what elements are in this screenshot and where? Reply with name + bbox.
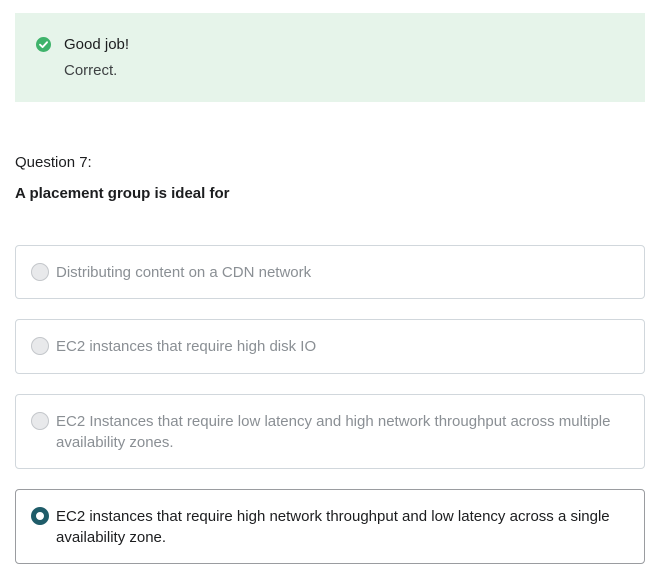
answer-option-label: EC2 instances that require high disk IO — [56, 338, 317, 355]
question-text: A placement group is ideal for — [15, 185, 230, 202]
answer-option-label: Distributing content on a CDN network — [56, 264, 312, 281]
radio-button-icon[interactable] — [31, 412, 49, 430]
radio-button-selected-icon[interactable] — [31, 507, 49, 525]
feedback-banner: Good job! Correct. — [15, 13, 645, 102]
check-circle-icon — [36, 37, 51, 52]
answer-option-1[interactable]: Distributing content on a CDN network — [15, 245, 645, 299]
answer-option-4[interactable]: EC2 instances that require high network … — [15, 489, 645, 564]
feedback-title: Good job! — [64, 36, 130, 53]
answer-option-label: EC2 instances that require high network … — [56, 508, 610, 546]
feedback-message: Correct. — [64, 62, 118, 79]
answer-option-label: EC2 Instances that require low latency a… — [56, 413, 611, 451]
answer-option-3[interactable]: EC2 Instances that require low latency a… — [15, 394, 645, 469]
radio-button-icon[interactable] — [31, 263, 49, 281]
question-number: Question 7: — [15, 154, 92, 171]
radio-button-icon[interactable] — [31, 337, 49, 355]
answer-option-2[interactable]: EC2 instances that require high disk IO — [15, 319, 645, 374]
